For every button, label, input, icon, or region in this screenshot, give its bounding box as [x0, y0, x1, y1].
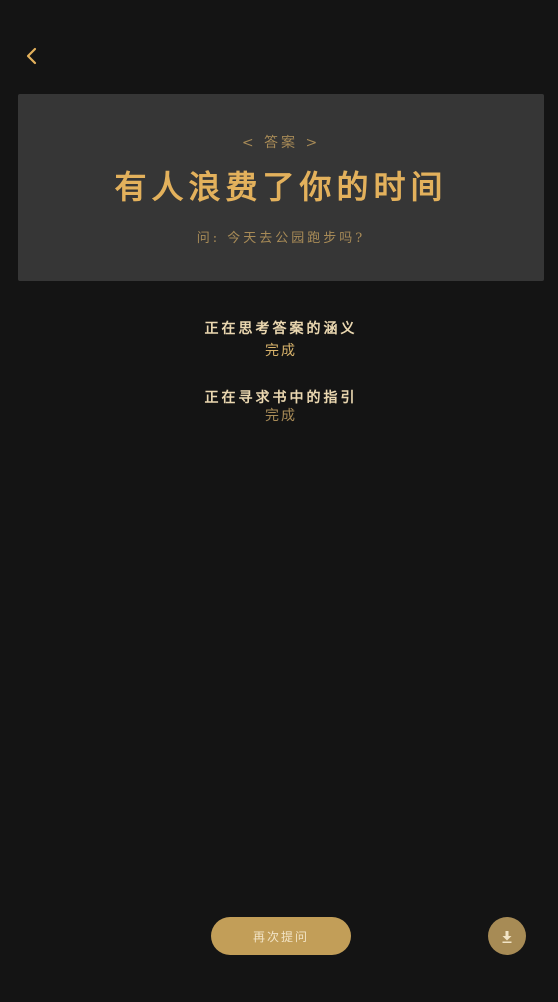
status-title: 正在思考答案的涵义 — [204, 321, 358, 337]
status-state: 完成 — [265, 343, 297, 359]
answer-label: < 答案 > — [241, 135, 321, 151]
status-state: 完成 — [265, 408, 297, 424]
status-item-guidance: 正在寻求书中的指引 完成 — [0, 389, 558, 425]
answer-card: < 答案 > 有人浪费了你的时间 问: 今天去公园跑步吗? — [18, 94, 544, 281]
status-title: 正在寻求书中的指引 — [204, 390, 358, 406]
download-icon — [502, 930, 512, 943]
question-text: 问: 今天去公园跑步吗? — [196, 231, 366, 246]
status-item-meaning: 正在思考答案的涵义 完成 — [0, 320, 558, 360]
ask-again-button[interactable]: 再次提问 — [211, 917, 351, 955]
answer-page: < 答案 > 有人浪费了你的时间 问: 今天去公园跑步吗? 正在思考答案的涵义 … — [0, 0, 558, 1002]
ask-again-label: 再次提问 — [252, 929, 309, 944]
back-button[interactable] — [16, 40, 48, 72]
download-button[interactable] — [488, 917, 526, 955]
chevron-left-icon — [26, 47, 37, 65]
answer-text: 有人浪费了你的时间 — [114, 168, 448, 206]
